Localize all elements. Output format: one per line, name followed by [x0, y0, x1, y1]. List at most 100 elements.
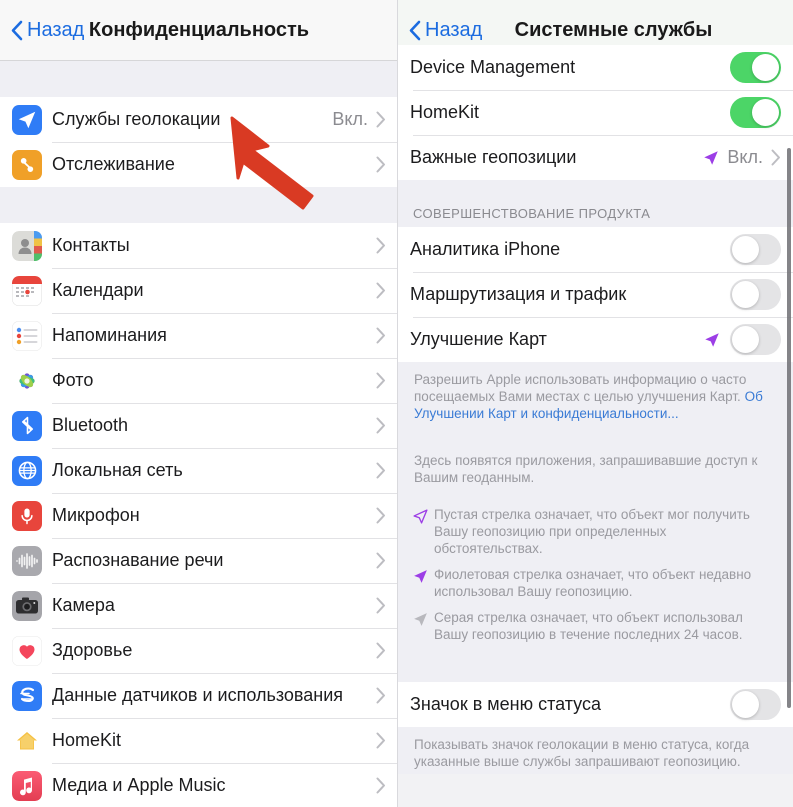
row-value: Вкл.: [727, 147, 763, 167]
music-icon: [12, 770, 42, 801]
row-label: Важные геопозиции: [410, 147, 577, 167]
homekit-icon: [12, 726, 42, 756]
purple-filled-arrow-icon: [705, 332, 719, 347]
row-label: Медиа и Apple Music: [52, 775, 226, 795]
chevron-right-icon: [376, 507, 385, 524]
row-label: Данные датчиков и использования: [52, 685, 344, 705]
toggle-homekit[interactable]: [730, 97, 781, 128]
chevron-right-icon: [376, 552, 385, 569]
list-item[interactable]: Фото: [0, 358, 398, 403]
row-label: Контакты: [52, 235, 130, 255]
hollow-arrow-icon: [412, 506, 434, 530]
list-item[interactable]: Микрофон: [0, 493, 398, 538]
row-label: Микрофон: [52, 505, 140, 525]
back-button-label: Назад: [27, 18, 85, 41]
gap-mid-left: [0, 187, 398, 223]
bluetooth-icon: [12, 410, 42, 441]
row-label: Отслеживание: [52, 154, 175, 174]
privacy-app-list: Контакты Календари Напоминания Фото Bluetoot…: [0, 223, 398, 807]
privacy-navbar: Назад Конфиденциальность: [0, 0, 398, 61]
list-item[interactable]: Bluetooth: [0, 403, 398, 448]
row-iphone-analytics[interactable]: Аналитика iPhone: [398, 227, 793, 272]
microphone-icon: [12, 500, 42, 531]
system-services-panel: Назад Системные службы Device Management…: [398, 0, 793, 807]
toggle-iphone-analytics[interactable]: [730, 234, 781, 265]
row-device-management[interactable]: Device Management: [398, 45, 793, 90]
legend-item: Пустая стрелка означает, что объект мог …: [412, 506, 777, 557]
chevron-right-icon: [376, 597, 385, 614]
row-label: Камера: [52, 595, 115, 615]
list-item[interactable]: HomeKit: [0, 718, 398, 763]
toggle-device-management[interactable]: [730, 52, 781, 83]
chevron-right-icon: [376, 732, 385, 749]
row-label: Фото: [52, 370, 94, 390]
list-item[interactable]: Напоминания: [0, 313, 398, 358]
list-item[interactable]: Календари: [0, 268, 398, 313]
row-value: Вкл.: [332, 109, 368, 129]
row-label: Улучшение Карт: [410, 329, 547, 349]
back-button-system-services[interactable]: Назад: [409, 19, 482, 42]
row-label: HomeKit: [410, 102, 480, 122]
row-label: Аналитика iPhone: [410, 239, 561, 259]
chevron-right-icon: [376, 417, 385, 434]
privacy-panel: Назад Конфиденциальность Службы геолокац…: [0, 0, 398, 807]
list-item[interactable]: Камера: [0, 583, 398, 628]
footer-maps-note: Разрешить Apple использовать информацию …: [398, 362, 793, 426]
row-improve-maps[interactable]: Улучшение Карт: [398, 317, 793, 362]
legend-text: Фиолетовая стрелка означает, что объект …: [434, 567, 752, 599]
reminders-icon: [12, 320, 42, 351]
chevron-left-icon: [409, 20, 421, 40]
row-label: Значок в меню статуса: [410, 694, 601, 714]
row-label: Bluetooth: [52, 415, 129, 435]
chevron-right-icon: [376, 156, 385, 173]
chevron-right-icon: [376, 462, 385, 479]
chevron-right-icon: [376, 372, 385, 389]
chevron-right-icon: [376, 642, 385, 659]
toggle-status-bar-icon[interactable]: [730, 689, 781, 720]
row-label: Службы геолокации: [52, 109, 221, 129]
toggle-improve-maps[interactable]: [730, 324, 781, 355]
list-item[interactable]: Контакты: [0, 223, 398, 268]
calendar-icon: [12, 275, 42, 306]
local-network-icon: [12, 455, 42, 486]
spacer-before-legend: [398, 490, 793, 502]
photos-icon: [12, 366, 42, 396]
camera-icon: [12, 590, 42, 621]
back-button-privacy[interactable]: Назад: [11, 19, 84, 42]
row-homekit[interactable]: HomeKit: [398, 90, 793, 135]
row-location-services[interactable]: Службы геолокации Вкл.: [0, 97, 398, 142]
row-label: Календари: [52, 280, 144, 300]
chevron-right-icon: [376, 777, 385, 794]
footer-apps-note: Здесь появятся приложения, запрашивавшие…: [398, 452, 793, 490]
row-label: HomeKit: [52, 730, 122, 750]
row-significant-locations[interactable]: Важные геопозиции Вкл.: [398, 135, 793, 180]
tracking-icon: [12, 149, 42, 180]
vertical-scrollbar[interactable]: [787, 148, 791, 708]
legend-text: Пустая стрелка означает, что объект мог …: [434, 507, 750, 556]
list-item[interactable]: Медиа и Apple Music: [0, 763, 398, 807]
list-item[interactable]: Данные датчиков и использования: [0, 673, 398, 718]
list-item[interactable]: Локальная сеть: [0, 448, 398, 493]
footer-maps-text: Разрешить Apple использовать информацию …: [414, 372, 747, 404]
privacy-group-location: Службы геолокации Вкл. Отслеживание: [0, 97, 398, 187]
chevron-right-icon: [376, 327, 385, 344]
chevron-right-icon: [771, 149, 780, 166]
row-tracking[interactable]: Отслеживание: [0, 142, 398, 187]
toggle-routing-traffic[interactable]: [730, 279, 781, 310]
chevron-right-icon: [376, 111, 385, 128]
row-label: Здоровье: [52, 640, 133, 660]
screenshot-root: Назад Конфиденциальность Службы геолокац…: [0, 0, 793, 807]
list-item[interactable]: Распознавание речи: [0, 538, 398, 583]
row-label: Распознавание речи: [52, 550, 224, 570]
legend-text: Серая стрелка означает, что объект испол…: [434, 610, 743, 642]
footer-status-note: Показывать значок геолокации в меню стат…: [398, 727, 793, 774]
row-status-bar-icon[interactable]: Значок в меню статуса: [398, 682, 793, 727]
row-routing-traffic[interactable]: Маршрутизация и трафик: [398, 272, 793, 317]
gray-filled-arrow-icon: [412, 609, 434, 633]
row-label: Маршрутизация и трафик: [410, 284, 627, 304]
chevron-left-icon: [11, 20, 23, 40]
back-button-label: Назад: [425, 18, 483, 41]
list-item[interactable]: Здоровье: [0, 628, 398, 673]
panel-divider: [397, 0, 398, 807]
chevron-right-icon: [376, 237, 385, 254]
